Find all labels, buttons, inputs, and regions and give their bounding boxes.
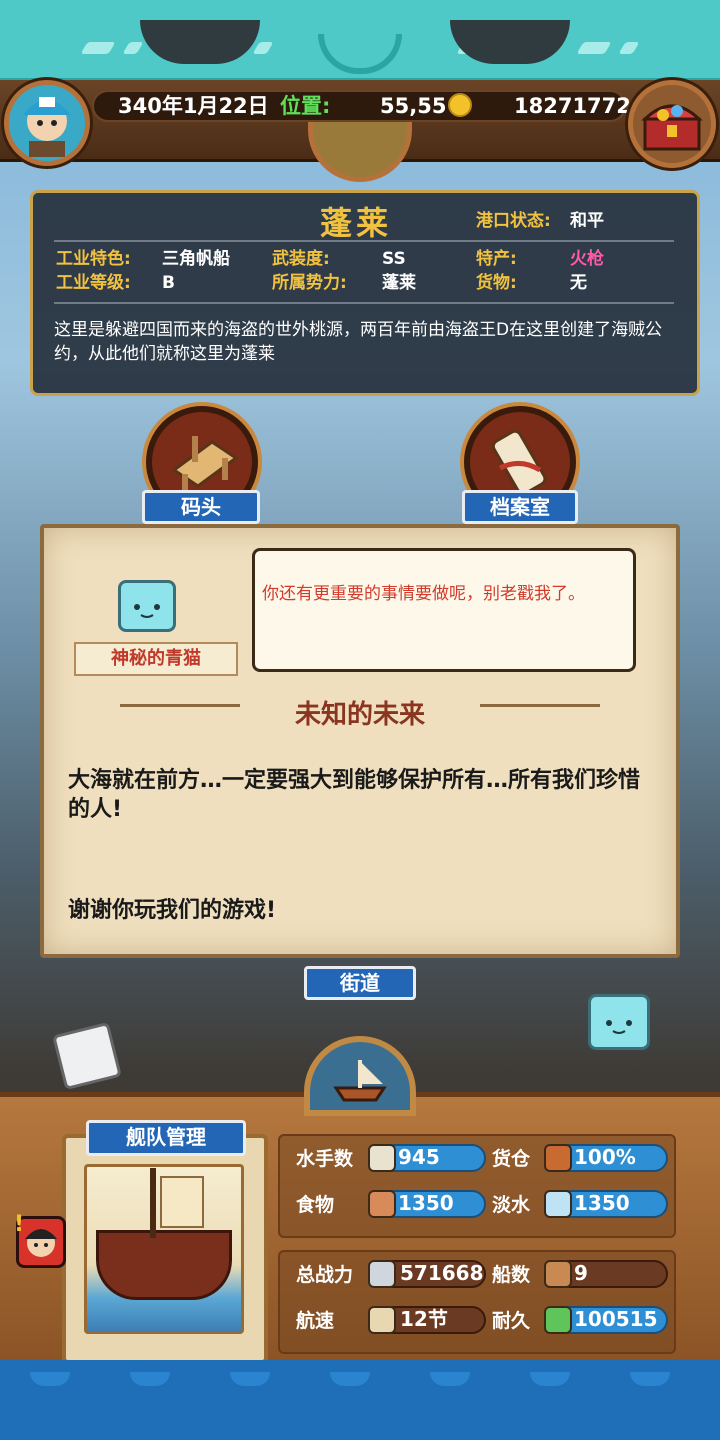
sailors-value: 945 (398, 1145, 440, 1169)
water-label: 淡水 (492, 1194, 531, 1216)
food-value: 1350 (398, 1191, 454, 1215)
durability-icon (544, 1306, 572, 1334)
port-description: 这里是躲避四国而来的海盗的世外桃源，两百年前由海盗王D在这里创建了海贼公约，从此… (54, 320, 663, 364)
ship-mast (150, 1168, 156, 1238)
game-date: 340年1月22日 (118, 94, 269, 118)
cargo-value: 100% (574, 1145, 636, 1169)
port-status-label: 港口状态: (476, 211, 551, 231)
sailor-icon (368, 1144, 396, 1172)
water-value: 1350 (574, 1191, 630, 1215)
port-name: 蓬莱 (320, 204, 393, 242)
speech-bubble-text: 你还有更重要的事情要做呢，别老戳我了。 (262, 584, 585, 604)
swords-icon (368, 1260, 396, 1288)
armament-label: 武装度: (272, 249, 330, 269)
position-value: 55,55 (380, 94, 447, 118)
alert-exclamation-icon: ! (14, 1212, 25, 1237)
power-value: 571668 (400, 1261, 484, 1285)
specialty-label: 特产: (476, 249, 517, 269)
ship-sail (160, 1176, 204, 1228)
gold-amount: 18271772 (514, 94, 631, 118)
blue-cat-icon[interactable] (588, 994, 650, 1050)
coin-icon (448, 93, 472, 117)
industry-level-label: 工业等级: (56, 273, 131, 293)
street-button[interactable]: 街道 (304, 966, 416, 1000)
blue-cat-icon (118, 580, 176, 632)
durability-label: 耐久 (492, 1310, 531, 1332)
speech-bubble (252, 548, 636, 672)
position-label: 位置: (280, 94, 331, 118)
food-label: 食物 (296, 1194, 335, 1216)
power-label: 总战力 (296, 1264, 354, 1286)
port-status-value: 和平 (570, 211, 604, 231)
cargo-label: 货仓 (492, 1148, 531, 1170)
ship-compass-icon[interactable] (304, 1036, 416, 1116)
dock-label[interactable]: 码头 (142, 490, 260, 524)
cargo-icon (544, 1144, 572, 1172)
ships-value: 9 (574, 1261, 588, 1285)
industry-label: 工业特色: (56, 249, 131, 269)
dialog-body: 大海就在前方…一定要强大到能够保护所有…所有我们珍惜的人! (68, 768, 641, 822)
faction-label: 所属势力: (272, 273, 347, 293)
goods-label: 货物: (476, 273, 517, 293)
title-ornament-left (120, 704, 240, 716)
specialty-value: 火枪 (570, 249, 604, 269)
treasure-chest-icon[interactable] (628, 80, 716, 168)
ship-hull (96, 1230, 232, 1300)
industry-value: 三角帆船 (162, 249, 230, 269)
armament-value: SS (382, 249, 406, 269)
speed-label: 航速 (296, 1310, 335, 1332)
sailors-label: 水手数 (296, 1148, 354, 1170)
water-jug-icon (544, 1190, 572, 1218)
sail-icon (368, 1306, 396, 1334)
archive-label[interactable]: 档案室 (462, 490, 578, 524)
speaker-name: 神秘的青猫 (74, 642, 238, 676)
fleet-management-button[interactable]: 舰队管理 (86, 1120, 246, 1156)
speed-value: 12节 (400, 1307, 448, 1331)
faction-value: 蓬莱 (382, 273, 416, 293)
ships-label: 船数 (492, 1264, 531, 1286)
captain-avatar-icon[interactable] (4, 80, 90, 166)
divider (54, 240, 674, 242)
divider (54, 302, 674, 304)
industry-level-value: B (162, 273, 175, 293)
dialog-title: 未知的未来 (294, 700, 425, 730)
meat-icon (368, 1190, 396, 1218)
title-ornament-right (480, 704, 600, 716)
goods-value: 无 (570, 273, 587, 293)
durability-value: 100515 (574, 1307, 658, 1331)
dialog-thanks: 谢谢你玩我们的游戏! (68, 898, 277, 923)
boat-icon (544, 1260, 572, 1288)
